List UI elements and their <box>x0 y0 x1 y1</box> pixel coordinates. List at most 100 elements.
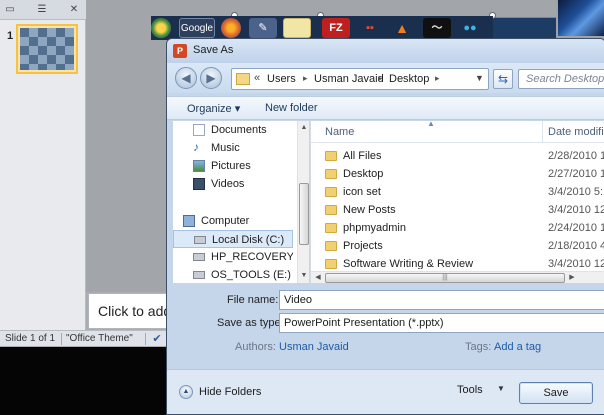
new-folder-button[interactable]: New folder <box>265 102 318 114</box>
wave-icon[interactable]: 〜 <box>423 18 451 38</box>
tags-value[interactable]: Add a tag <box>494 341 541 353</box>
breadcrumb-separator[interactable]: ▸ <box>303 73 308 84</box>
file-date: 2/27/2010 1 <box>548 168 604 180</box>
firefox-icon[interactable] <box>221 18 241 38</box>
file-name-field[interactable]: Video <box>279 290 604 310</box>
documents-icon <box>193 124 205 136</box>
file-row[interactable]: New Posts 3/4/2010 12 <box>311 201 604 219</box>
authors-label: Authors: <box>235 341 276 353</box>
file-name: New Posts <box>343 204 396 216</box>
folder-icon <box>325 187 337 197</box>
nav-scrollbar[interactable]: ▲ ▼ <box>297 121 309 283</box>
breadcrumb-desktop[interactable]: Desktop <box>389 73 429 85</box>
forward-button[interactable]: ▶ <box>200 67 222 89</box>
column-name[interactable]: Name <box>325 126 354 138</box>
messenger-icon[interactable]: ●● <box>456 18 484 38</box>
file-list-header: ▲ Name Date modifi <box>311 119 604 143</box>
notes-pane[interactable]: Click to add <box>88 293 178 329</box>
tools-button[interactable]: Tools <box>457 384 483 396</box>
column-date-modified[interactable]: Date modifi <box>548 126 604 138</box>
nav-item-local-disk[interactable]: Local Disk (C:) <box>173 230 293 248</box>
authors-value[interactable]: Usman Javaid <box>279 341 349 353</box>
scroll-down-icon[interactable]: ▼ <box>299 271 309 281</box>
nav-item-label: OS_TOOLS (E:) <box>211 269 291 281</box>
notepad-icon[interactable] <box>283 18 311 38</box>
address-row: ◀ ▶ « Users ▸ Usman Javaid ▸ Desktop ▸ ▼… <box>167 63 604 93</box>
nav-item-label: Videos <box>211 178 245 190</box>
file-date: 2/24/2010 1 <box>548 222 604 234</box>
save-type-select[interactable]: PowerPoint Presentation (*.pptx) <box>279 313 604 333</box>
address-dropdown-icon[interactable]: ▼ <box>475 73 484 83</box>
close-pane-icon[interactable]: ✕ <box>66 3 82 17</box>
dialog-titlebar[interactable]: P Save As <box>167 39 604 63</box>
organize-label: Organize <box>187 103 232 115</box>
computer-icon <box>183 215 195 227</box>
file-name: phpmyadmin <box>343 222 406 234</box>
file-date: 3/4/2010 5:1 <box>548 186 604 198</box>
save-button[interactable]: Save <box>519 382 593 404</box>
spell-check-icon[interactable]: ✔ <box>150 332 164 345</box>
save-form: File name: Video Save as type: PowerPoin… <box>167 284 604 366</box>
scroll-right-icon[interactable]: ▶ <box>567 273 577 283</box>
scroll-left-icon[interactable]: ◀ <box>313 273 323 283</box>
save-type-label: Save as type: <box>217 317 284 329</box>
breadcrumb-separator[interactable]: ▸ <box>378 73 383 84</box>
sort-ascending-icon: ▲ <box>427 119 435 128</box>
nav-item-computer[interactable]: Computer <box>173 212 293 230</box>
drive-icon <box>193 271 205 279</box>
scroll-up-icon[interactable]: ▲ <box>299 123 309 133</box>
file-name: All Files <box>343 150 382 162</box>
videos-icon <box>193 178 205 190</box>
nav-item-label: Pictures <box>211 160 251 172</box>
folder-icon <box>325 241 337 251</box>
file-row[interactable]: Projects 2/18/2010 4 <box>311 237 604 255</box>
nav-item-os-tools[interactable]: OS_TOOLS (E:) <box>173 266 293 284</box>
hide-folders-label: Hide Folders <box>199 386 262 398</box>
apps-icon[interactable]: ▪▪ <box>356 18 384 38</box>
nav-scroll-thumb[interactable] <box>299 183 309 245</box>
nav-item-documents[interactable]: Documents <box>173 121 293 139</box>
breadcrumb-separator[interactable]: ▸ <box>435 73 440 84</box>
nav-item-label: Computer <box>201 215 250 227</box>
status-slide-count: Slide 1 of 1 <box>5 333 56 344</box>
file-date: 3/4/2010 12 <box>548 204 604 216</box>
address-bar[interactable]: « Users ▸ Usman Javaid ▸ Desktop ▸ ▼ <box>231 68 489 90</box>
outline-tab[interactable]: ☰ <box>34 3 50 17</box>
nav-item-videos[interactable]: Videos <box>173 175 293 193</box>
file-name: Desktop <box>343 168 384 180</box>
dialog-footer: ▲ Hide Folders Tools ▼ Save <box>167 369 604 414</box>
taskbar-area <box>0 347 170 415</box>
file-row[interactable]: All Files 2/28/2010 1 <box>311 147 604 165</box>
status-theme[interactable]: "Office Theme" <box>66 333 133 344</box>
save-as-dialog: P Save As ◀ ▶ « Users ▸ Usman Javaid ▸ D… <box>166 38 604 415</box>
status-bar: Slide 1 of 1 "Office Theme" ✔ <box>0 330 170 346</box>
file-row[interactable]: icon set 3/4/2010 5:1 <box>311 183 604 201</box>
organize-button[interactable]: Organize ▾ <box>187 102 240 115</box>
drive-icon <box>193 253 205 261</box>
refresh-button[interactable]: ⇆ <box>493 69 513 89</box>
filezilla-icon[interactable]: FZ <box>322 18 350 38</box>
file-row[interactable]: phpmyadmin 2/24/2010 1 <box>311 219 604 237</box>
nav-item-hp-recovery[interactable]: HP_RECOVERY (D <box>173 248 293 266</box>
search-input[interactable]: Search Desktop <box>518 69 604 89</box>
slides-tab[interactable]: ▭ <box>2 3 18 17</box>
nav-item-music[interactable]: ♪ Music <box>173 139 293 157</box>
navigation-pane: Documents ♪ Music Pictures Videos Comput… <box>173 121 309 283</box>
breadcrumb-user[interactable]: Usman Javaid <box>314 73 384 85</box>
breadcrumb-overflow[interactable]: « <box>254 72 260 84</box>
file-date: 2/28/2010 1 <box>548 150 604 162</box>
back-button[interactable]: ◀ <box>175 67 197 89</box>
nav-item-pictures[interactable]: Pictures <box>173 157 293 175</box>
chrome-icon[interactable] <box>151 18 171 38</box>
tools-dropdown-icon[interactable]: ▼ <box>497 384 505 393</box>
file-hscroll-thumb[interactable]: ||| <box>325 273 565 283</box>
file-hscrollbar[interactable]: ◀ ||| ▶ <box>311 271 604 283</box>
file-row[interactable]: Software Writing & Review 3/4/2010 12 <box>311 255 604 269</box>
slide-thumbnail[interactable] <box>16 24 78 74</box>
pen-icon[interactable]: ✎ <box>249 18 277 38</box>
google-icon[interactable]: Google <box>179 18 215 38</box>
breadcrumb-users[interactable]: Users <box>267 73 296 85</box>
chevron-down-icon: ▾ <box>234 103 241 115</box>
vlc-icon[interactable]: ▲ <box>388 18 416 38</box>
file-row[interactable]: Desktop 2/27/2010 1 <box>311 165 604 183</box>
